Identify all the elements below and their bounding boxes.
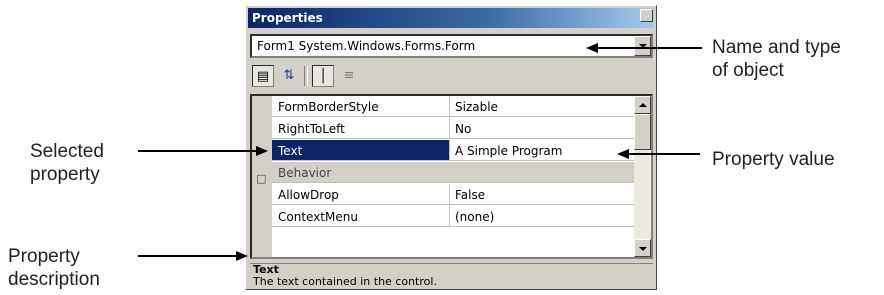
alphabetical-icon: ⇅ <box>283 68 295 83</box>
scroll-thumb[interactable] <box>634 114 651 150</box>
toolbar-separator <box>304 66 308 86</box>
properties-button[interactable]: │ <box>312 65 334 87</box>
property-name: AllowDrop <box>272 184 450 205</box>
property-value[interactable]: No <box>450 118 636 139</box>
property-row[interactable]: FormBorderStyle Sizable <box>272 96 636 118</box>
properties-toolbar: ▤ ⇅ │ ≡ <box>250 62 653 92</box>
property-value[interactable]: A Simple Program <box>450 140 636 161</box>
property-name: RightToLeft <box>272 118 450 139</box>
callout-property-description: Property description <box>8 246 100 290</box>
vertical-scrollbar[interactable] <box>634 96 651 257</box>
category-name: Behavior <box>272 162 636 183</box>
properties-title: Properties <box>248 8 654 28</box>
collapse-icon[interactable]: □ <box>256 172 266 185</box>
arrowhead-icon <box>256 146 268 156</box>
selected-property-leader-line <box>138 150 256 152</box>
property-row[interactable]: RightToLeft No <box>272 118 636 140</box>
categorized-button[interactable]: ▤ <box>252 65 274 87</box>
grid-gutter: □ <box>252 96 272 257</box>
description-body: The text contained in the control. <box>253 275 437 288</box>
property-description-leader-line <box>138 255 236 257</box>
property-value[interactable]: Sizable <box>450 96 636 117</box>
callout-name-type: Name and type of object <box>712 37 841 81</box>
alphabetical-button[interactable]: ⇅ <box>278 65 300 87</box>
callout-property-value: Property value <box>712 149 835 170</box>
object-selector-dropdown-button[interactable] <box>634 36 651 56</box>
pin-button[interactable] <box>640 9 653 22</box>
property-name: FormBorderStyle <box>272 96 450 117</box>
scroll-down-button[interactable] <box>634 239 651 257</box>
arrowhead-icon <box>236 251 248 261</box>
properties-icon: │ <box>319 69 327 84</box>
arrowhead-icon <box>617 149 629 159</box>
category-row[interactable]: Behavior <box>272 162 636 184</box>
events-button[interactable]: ≡ <box>338 65 360 87</box>
property-row-selected[interactable]: Text A Simple Program <box>272 140 636 162</box>
name-type-leader-line <box>597 47 702 49</box>
events-icon: ≡ <box>343 68 355 83</box>
property-row[interactable]: ContextMenu (none) <box>272 206 636 228</box>
callout-selected-property: Selected property <box>30 141 104 185</box>
chevron-down-icon <box>639 247 647 251</box>
property-grid: □ FormBorderStyle Sizable RightToLeft No… <box>250 94 653 259</box>
property-name: ContextMenu <box>272 206 450 227</box>
property-name: Text <box>272 140 450 161</box>
chevron-up-icon <box>639 103 647 107</box>
description-pane: Text The text contained in the control. <box>250 263 653 288</box>
object-selector-text: Form1 System.Windows.Forms.Form <box>257 39 476 53</box>
categorized-icon: ▤ <box>256 69 270 84</box>
property-value-leader-line <box>628 153 700 155</box>
property-row[interactable]: AllowDrop False <box>272 184 636 206</box>
scroll-up-button[interactable] <box>634 96 651 114</box>
property-value[interactable]: False <box>450 184 636 205</box>
property-value[interactable]: (none) <box>450 206 636 227</box>
arrowhead-icon <box>586 43 598 53</box>
